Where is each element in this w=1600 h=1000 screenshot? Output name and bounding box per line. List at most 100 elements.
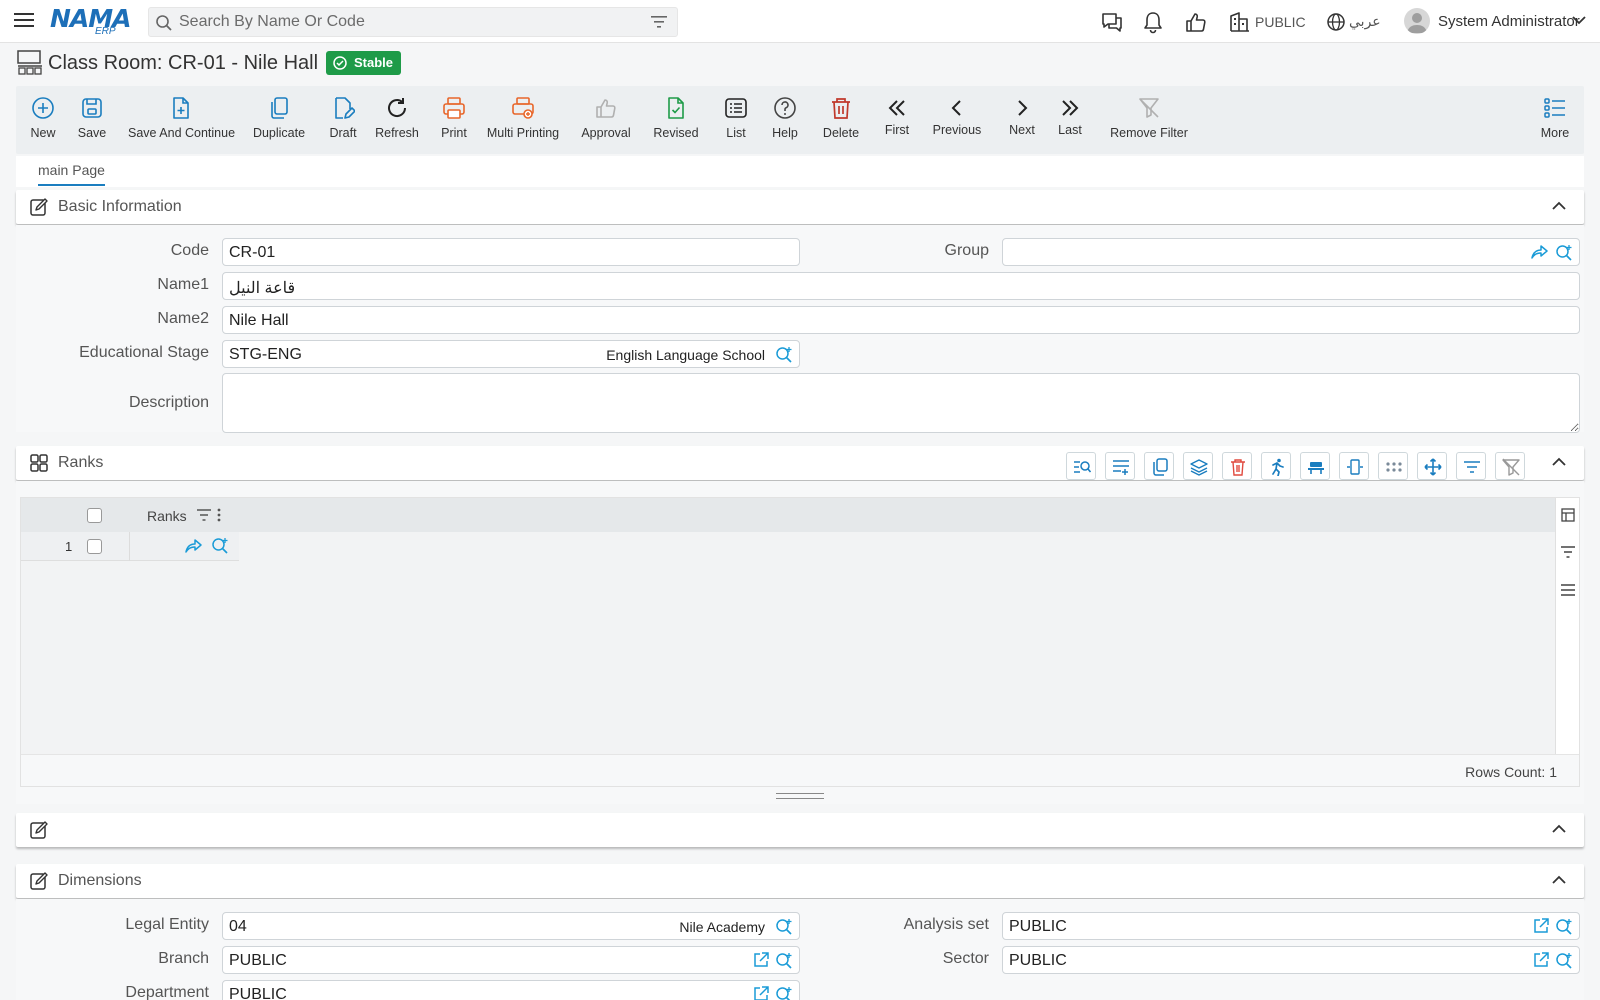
search-input[interactable]	[179, 12, 629, 32]
columns-icon[interactable]	[1561, 508, 1575, 522]
code-field[interactable]: CR-01	[222, 238, 800, 266]
filter-icon[interactable]	[1561, 546, 1575, 558]
search-add-icon[interactable]	[211, 537, 229, 555]
draft-button[interactable]: Draft	[324, 86, 362, 154]
company-selector[interactable]: PUBLIC	[1255, 14, 1306, 30]
delete-row-button[interactable]	[1222, 452, 1252, 480]
department-field[interactable]: PUBLIC	[222, 980, 800, 1000]
avatar[interactable]	[1404, 8, 1430, 34]
bell-icon[interactable]	[1142, 10, 1164, 34]
search-add-icon[interactable]	[775, 952, 793, 970]
logo[interactable]: NAMA ERP	[50, 4, 132, 38]
first-button[interactable]: First	[878, 86, 916, 154]
column-filter-icon[interactable]	[197, 509, 211, 521]
refresh-button[interactable]: Refresh	[372, 86, 422, 154]
last-button[interactable]: Last	[1050, 86, 1090, 154]
thumbs-up-icon[interactable]	[1184, 10, 1208, 34]
chat-icon[interactable]	[1100, 10, 1124, 34]
desk-button[interactable]	[1300, 452, 1330, 480]
filter-icon[interactable]	[651, 15, 667, 29]
save-button[interactable]: Save	[74, 86, 110, 154]
search-add-icon[interactable]	[775, 346, 793, 364]
run-button[interactable]	[1261, 452, 1291, 480]
name1-label: Name1	[157, 276, 209, 293]
previous-button[interactable]: Previous	[928, 86, 986, 154]
ranks-grid: Ranks 1 Rows Count: 1	[20, 497, 1580, 787]
search-add-icon[interactable]	[775, 918, 793, 936]
external-link-icon[interactable]	[753, 986, 769, 1000]
search-add-icon[interactable]	[1555, 918, 1573, 936]
legal-entity-field[interactable]: 04 Nile Academy	[222, 912, 800, 940]
dimensions-header[interactable]: Dimensions	[16, 864, 1584, 898]
filter-icon	[1464, 461, 1480, 473]
globe-icon[interactable]	[1326, 12, 1346, 32]
search-add-icon[interactable]	[775, 986, 793, 1000]
name1-field[interactable]: قاعة النيل	[222, 272, 1580, 300]
select-all-checkbox[interactable]	[87, 508, 102, 523]
save-and-continue-button[interactable]: Save And Continue	[128, 86, 235, 154]
filter-button[interactable]	[1456, 452, 1486, 480]
tab-main-page[interactable]: main Page	[38, 162, 105, 186]
approval-button[interactable]: Approval	[578, 86, 634, 154]
chevron-up-icon[interactable]	[1552, 824, 1566, 834]
basic-information-header[interactable]: Basic Information	[16, 190, 1584, 224]
column-menu-icon[interactable]	[217, 508, 221, 522]
educational-stage-field[interactable]: STG-ENG English Language School	[222, 340, 800, 368]
external-link-icon[interactable]	[1533, 918, 1549, 934]
layers-button[interactable]	[1183, 452, 1213, 480]
legal-entity-name: Nile Academy	[679, 919, 765, 935]
group-field[interactable]	[1002, 238, 1580, 266]
chevron-up-icon[interactable]	[1552, 875, 1566, 885]
search-add-icon[interactable]	[1555, 244, 1573, 262]
analysis-set-label: Analysis set	[903, 916, 989, 933]
description-field[interactable]	[222, 373, 1580, 433]
menu-lines-icon[interactable]	[1561, 584, 1575, 596]
sector-label: Sector	[942, 950, 989, 967]
grid-footer: Rows Count: 1	[21, 754, 1579, 786]
remove-filter-button[interactable]: Remove Filter	[1096, 86, 1202, 154]
fit-columns-button[interactable]	[1339, 452, 1369, 480]
branch-field[interactable]: PUBLIC	[222, 946, 800, 974]
ranks-header: Ranks	[16, 446, 1584, 480]
search-add-icon[interactable]	[1555, 952, 1573, 970]
sector-field[interactable]: PUBLIC	[1002, 946, 1580, 974]
chevron-up-icon[interactable]	[1552, 201, 1566, 211]
running-icon	[1272, 458, 1284, 476]
untitled-section-header[interactable]	[16, 813, 1584, 847]
move-button[interactable]	[1417, 452, 1447, 480]
share-icon[interactable]	[185, 538, 203, 554]
remove-filter-button[interactable]	[1495, 452, 1525, 480]
list-button[interactable]: List	[716, 86, 756, 154]
delete-button[interactable]: Delete	[818, 86, 864, 154]
share-icon[interactable]	[1531, 244, 1549, 260]
name2-field[interactable]: Nile Hall	[222, 306, 1580, 334]
row-number: 1	[65, 539, 73, 554]
add-row-button[interactable]	[1105, 452, 1135, 480]
status-badge: Stable	[326, 51, 402, 75]
menu-icon[interactable]	[14, 11, 34, 29]
external-link-icon[interactable]	[1533, 952, 1549, 968]
revised-button[interactable]: Revised	[650, 86, 702, 154]
print-button[interactable]: Print	[436, 86, 472, 154]
next-button[interactable]: Next	[1000, 86, 1044, 154]
chevron-up-icon[interactable]	[1552, 457, 1566, 467]
ranks-column-header[interactable]: Ranks	[147, 508, 187, 524]
help-button[interactable]: Help	[766, 86, 804, 154]
resize-handle[interactable]	[776, 793, 824, 799]
table-row[interactable]: 1	[21, 532, 239, 561]
new-button[interactable]: New	[24, 86, 62, 154]
dots-grid-button[interactable]	[1378, 452, 1408, 480]
row-checkbox[interactable]	[87, 539, 102, 554]
duplicate-button[interactable]: Duplicate	[252, 86, 306, 154]
chevron-down-icon[interactable]	[1572, 15, 1586, 25]
user-menu[interactable]: System Administrator	[1438, 13, 1580, 30]
global-search[interactable]	[148, 7, 678, 37]
language-selector[interactable]: عربي	[1349, 13, 1381, 30]
find-rows-button[interactable]	[1066, 452, 1096, 480]
analysis-set-field[interactable]: PUBLIC	[1002, 912, 1580, 940]
building-icon[interactable]	[1228, 10, 1250, 34]
multi-printing-button[interactable]: Multi Printing	[486, 86, 560, 154]
copy-row-button[interactable]	[1144, 452, 1174, 480]
external-link-icon[interactable]	[753, 952, 769, 968]
more-button[interactable]: More	[1536, 86, 1574, 154]
